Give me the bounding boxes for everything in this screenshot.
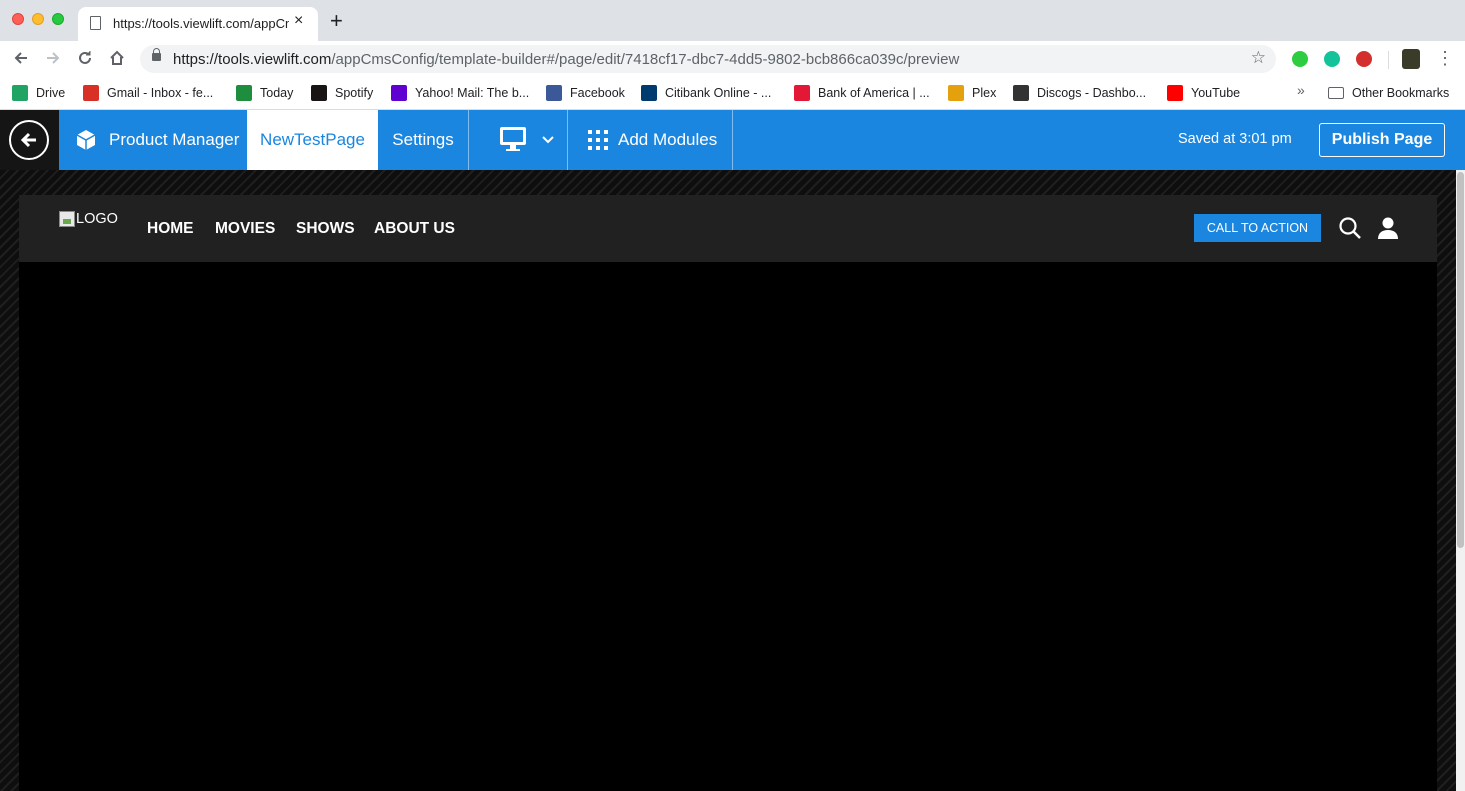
bookmarks-overflow-button[interactable]: » — [1297, 82, 1305, 98]
today-icon — [236, 85, 252, 101]
preview-canvas: LOGO HOME MOVIES SHOWS ABOUT US CALL TO … — [0, 170, 1456, 791]
search-icon[interactable] — [1338, 216, 1362, 240]
extension-red-icon[interactable] — [1356, 51, 1372, 67]
bookmark-star-icon[interactable]: ☆ — [1251, 48, 1266, 68]
discogs-icon — [1013, 85, 1029, 101]
publish-page-button[interactable]: Publish Page — [1319, 123, 1445, 157]
bookmark-label: Yahoo! Mail: The b... — [415, 86, 530, 100]
bookmark-item[interactable]: Yahoo! Mail: The b... — [391, 83, 529, 103]
bookmark-item[interactable]: Facebook — [546, 83, 625, 103]
browser-menu-icon[interactable]: ⋮ — [1436, 48, 1454, 69]
bookmark-label: YouTube — [1191, 86, 1241, 100]
toolbar-divider — [1388, 51, 1389, 69]
forward-arrow-icon[interactable] — [43, 49, 63, 69]
google-drive-icon — [12, 85, 28, 101]
address-bar[interactable]: https://tools.viewlift.com/appCmsConfig/… — [140, 45, 1276, 73]
desktop-monitor-icon — [500, 127, 526, 151]
product-manager-label: Product Manager — [109, 130, 240, 149]
site-nav-about-us[interactable]: ABOUT US — [374, 220, 455, 238]
home-icon[interactable] — [107, 49, 127, 69]
citi-icon — [641, 85, 657, 101]
window-minimize-button[interactable] — [32, 13, 44, 25]
save-status: Saved at 3:01 pm — [1178, 131, 1292, 147]
yahoo-icon — [391, 85, 407, 101]
tab-page-name[interactable]: NewTestPage — [247, 110, 378, 170]
site-nav-shows[interactable]: SHOWS — [296, 220, 355, 238]
bookmark-label: Facebook — [570, 86, 625, 100]
bookmark-item[interactable]: Bank of America | ... — [794, 83, 930, 103]
bank-of-america-icon — [794, 85, 810, 101]
site-preview: LOGO HOME MOVIES SHOWS ABOUT US CALL TO … — [19, 195, 1437, 791]
add-modules-label: Add Modules — [618, 130, 718, 149]
broken-image-icon — [59, 211, 75, 227]
browser-tab-active[interactable]: https://tools.viewlift.com/appCmsConfig/… — [78, 7, 318, 41]
extension-green-icon[interactable] — [1292, 51, 1308, 67]
bookmark-label: Drive — [36, 86, 66, 100]
browser-toolbar: https://tools.viewlift.com/appCmsConfig/… — [0, 41, 1465, 77]
scrollbar-thumb[interactable] — [1457, 172, 1464, 548]
facebook-icon — [546, 85, 562, 101]
page-scrollbar[interactable] — [1456, 170, 1465, 791]
site-nav-movies[interactable]: MOVIES — [215, 220, 275, 238]
window-maximize-button[interactable] — [52, 13, 64, 25]
tab-title: https://tools.viewlift.com/appCmsConfig/… — [113, 16, 289, 31]
bookmark-label: Spotify — [335, 86, 374, 100]
grid-icon — [588, 130, 608, 150]
back-arrow-icon — [9, 120, 49, 160]
tab-close-button[interactable]: × — [294, 12, 303, 30]
bookmark-item[interactable]: Gmail - Inbox - fe... — [83, 83, 213, 103]
back-button[interactable] — [0, 110, 59, 170]
call-to-action-button[interactable]: CALL TO ACTION — [1194, 214, 1321, 242]
site-logo[interactable]: LOGO — [59, 211, 118, 227]
site-header: LOGO HOME MOVIES SHOWS ABOUT US CALL TO … — [19, 195, 1437, 262]
bookmark-item[interactable]: Discogs - Dashbo... — [1013, 83, 1146, 103]
profile-avatar[interactable] — [1402, 49, 1420, 69]
spotify-icon — [311, 85, 327, 101]
cube-icon — [76, 130, 96, 150]
other-bookmarks-folder[interactable]: Other Bookmarks — [1328, 83, 1449, 103]
app-header: Product Manager NewTestPage Settings Add… — [0, 110, 1465, 170]
bookmark-item[interactable]: Citibank Online - ... — [641, 83, 771, 103]
bookmark-item[interactable]: Drive — [12, 83, 65, 103]
site-nav-home[interactable]: HOME — [147, 220, 194, 238]
bookmark-label: Bank of America | ... — [818, 86, 930, 100]
folder-icon — [1328, 87, 1344, 99]
url-text: https://tools.viewlift.com/appCmsConfig/… — [173, 51, 960, 68]
bookmark-label: Gmail - Inbox - fe... — [107, 86, 214, 100]
gmail-icon — [83, 85, 99, 101]
device-selector[interactable] — [469, 110, 567, 170]
chevron-down-icon — [542, 136, 554, 144]
document-icon — [90, 16, 101, 30]
window-close-button[interactable] — [12, 13, 24, 25]
header-divider — [732, 110, 733, 170]
youtube-icon — [1167, 85, 1183, 101]
user-icon[interactable] — [1377, 216, 1399, 240]
grammarly-icon[interactable] — [1324, 51, 1340, 67]
add-modules-button[interactable]: Add Modules — [568, 110, 732, 170]
new-tab-button[interactable]: + — [330, 10, 343, 32]
bookmark-item[interactable]: Spotify — [311, 83, 373, 103]
tab-settings[interactable]: Settings — [378, 110, 468, 170]
bookmark-label: Citibank Online - ... — [665, 86, 772, 100]
lock-icon — [152, 48, 161, 61]
bookmark-label: Discogs - Dashbo... — [1037, 86, 1147, 100]
product-manager-link[interactable]: Product Manager — [59, 110, 239, 170]
browser-tab-strip: https://tools.viewlift.com/appCmsConfig/… — [0, 0, 1465, 41]
bookmark-item[interactable]: Plex — [948, 83, 996, 103]
back-arrow-icon[interactable] — [11, 49, 31, 69]
bookmark-item[interactable]: YouTube — [1167, 83, 1240, 103]
bookmark-label: Today — [260, 86, 294, 100]
bookmarks-bar: Drive Gmail - Inbox - fe... Today Spotify Ya… — [0, 77, 1465, 110]
bookmark-item[interactable]: Today — [236, 83, 293, 103]
plex-icon — [948, 85, 964, 101]
bookmark-label: Plex — [972, 86, 997, 100]
reload-icon[interactable] — [75, 49, 95, 69]
